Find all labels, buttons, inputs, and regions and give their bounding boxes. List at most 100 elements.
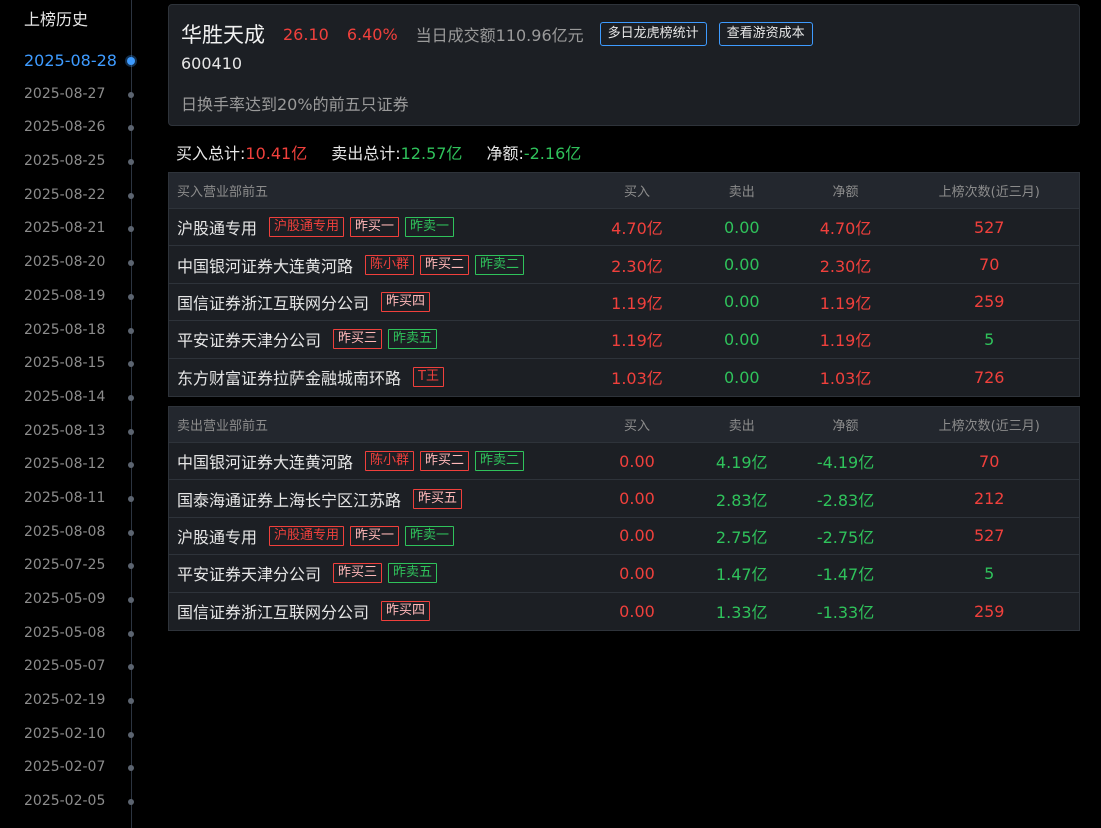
history-date-label: 2025-02-05 — [24, 793, 106, 810]
history-date-item[interactable]: 2025-07-25 — [0, 549, 146, 583]
sell-amount: 0.00 — [723, 292, 760, 312]
sell-amount: 4.19亿 — [715, 453, 768, 473]
broker-tag: 沪股通专用 — [269, 525, 345, 546]
history-date-item[interactable]: 2025-08-25 — [0, 145, 146, 179]
sidebar-title: 上榜历史 — [24, 10, 89, 29]
history-date-item[interactable]: 2025-02-07 — [0, 751, 146, 785]
table-row[interactable]: 中国银河证券大连黄河路 陈小群 昨买二 昨卖二 2.30亿 0.00 2.30亿 70 — [169, 246, 1079, 284]
stock-name: 华胜天成 — [181, 23, 265, 47]
sell-total-value: 12.57亿 — [400, 144, 463, 163]
history-date-item[interactable]: 2025-08-27 — [0, 78, 146, 112]
broker-tag: 陈小群 — [365, 451, 415, 472]
multi-day-stats-button[interactable]: 多日龙虎榜统计 — [599, 22, 707, 46]
buy-amount: 1.19亿 — [611, 293, 663, 313]
history-date-label: 2025-08-25 — [24, 153, 106, 170]
timeline-dot-icon — [128, 630, 134, 637]
buy-amount: 4.70亿 — [611, 219, 663, 239]
broker-name[interactable]: 国信证券浙江互联网分公司 — [177, 290, 369, 314]
listing-count: 5 — [984, 563, 995, 583]
broker-name[interactable]: 国信证券浙江互联网分公司 — [177, 599, 369, 623]
history-date-item[interactable]: 2025-08-21 — [0, 212, 146, 246]
net-amount: 1.03亿 — [819, 369, 872, 389]
net-amount: -2.75亿 — [816, 527, 875, 547]
broker-cell: 沪股通专用 沪股通专用 昨买一 昨卖一 — [169, 524, 582, 548]
table-row[interactable]: 东方财富证券拉萨金融城南环路 T王 1.03亿 0.00 1.03亿 726 — [169, 359, 1079, 396]
broker-tag: 昨卖一 — [405, 217, 455, 238]
sell-table-body: 中国银河证券大连黄河路 陈小群 昨买二 昨卖二 0.00 4.19亿 -4.19亿 70 国泰海… — [169, 443, 1079, 630]
broker-tag: 昨买二 — [420, 254, 470, 275]
table-row[interactable]: 沪股通专用 沪股通专用 昨买一 昨卖一 0.00 2.75亿 -2.75亿 527 — [169, 518, 1079, 556]
broker-cell: 国信证券浙江互联网分公司 昨买四 — [169, 290, 582, 314]
broker-cell: 中国银河证券大连黄河路 陈小群 昨买二 昨卖二 — [169, 253, 582, 277]
broker-name[interactable]: 国泰海通证券上海长宁区江苏路 — [177, 487, 401, 511]
history-date-label: 2025-08-11 — [24, 489, 106, 506]
buy-amount: 0.00 — [619, 601, 655, 621]
listing-count: 259 — [973, 292, 1005, 312]
table-row[interactable]: 平安证券天津分公司 昨买三 昨卖五 0.00 1.47亿 -1.47亿 5 — [169, 555, 1079, 593]
history-date-item[interactable]: 2025-08-20 — [0, 246, 146, 280]
table-row[interactable]: 国信证券浙江互联网分公司 昨买四 1.19亿 0.00 1.19亿 259 — [169, 284, 1079, 322]
timeline-dot-icon — [128, 125, 134, 132]
timeline-dot-icon — [128, 327, 134, 334]
history-date-item[interactable]: 2025-08-11 — [0, 482, 146, 516]
header-broker: 卖出营业部前五 — [177, 419, 269, 434]
history-date-item[interactable]: 2025-08-28 — [0, 44, 146, 78]
view-cost-button[interactable]: 查看游资成本 — [718, 22, 813, 46]
listing-count: 70 — [979, 255, 1000, 275]
history-date-item[interactable]: 2025-02-19 — [0, 684, 146, 718]
buy-amount: 1.03亿 — [611, 369, 663, 389]
broker-tag: 沪股通专用 — [269, 217, 345, 238]
listing-count: 212 — [973, 489, 1005, 509]
change-percent: 6.40% — [346, 24, 398, 44]
broker-tag: 昨买三 — [333, 563, 383, 584]
broker-tag: 昨卖一 — [405, 525, 455, 546]
history-date-label: 2025-08-13 — [24, 422, 106, 439]
broker-tag: 昨买五 — [413, 488, 463, 509]
table-row[interactable]: 沪股通专用 沪股通专用 昨买一 昨卖一 4.70亿 0.00 4.70亿 527 — [169, 209, 1079, 247]
history-date-item[interactable]: 2025-08-26 — [0, 111, 146, 145]
history-date-item[interactable]: 2025-08-15 — [0, 347, 146, 381]
history-date-item[interactable]: 2025-08-13 — [0, 415, 146, 449]
table-row[interactable]: 中国银河证券大连黄河路 陈小群 昨买二 昨卖二 0.00 4.19亿 -4.19亿 70 — [169, 443, 1079, 481]
sell-amount: 1.33亿 — [715, 603, 768, 623]
history-date-item[interactable]: 2025-08-22 — [0, 179, 146, 213]
broker-tag: 昨买一 — [350, 217, 400, 238]
timeline-dot-icon — [128, 698, 134, 705]
broker-name[interactable]: 沪股通专用 — [177, 524, 257, 548]
broker-name[interactable]: 平安证券天津分公司 — [177, 561, 321, 585]
history-date-item[interactable]: 2025-08-08 — [0, 516, 146, 550]
history-date-item[interactable]: 2025-02-10 — [0, 718, 146, 752]
buy-table-body: 沪股通专用 沪股通专用 昨买一 昨卖一 4.70亿 0.00 4.70亿 527 中国银河证券大… — [169, 209, 1079, 396]
history-date-item[interactable]: 2025-08-18 — [0, 314, 146, 348]
history-date-label: 2025-08-14 — [24, 388, 106, 405]
table-row[interactable]: 国泰海通证券上海长宁区江苏路 昨买五 0.00 2.83亿 -2.83亿 212 — [169, 480, 1079, 518]
sell-amount: 2.75亿 — [715, 527, 768, 547]
broker-cell: 平安证券天津分公司 昨买三 昨卖五 — [169, 561, 582, 585]
stock-header-card: 华胜天成 26.10 6.40% 当日成交额110.96亿元 多日龙虎榜统计 查… — [168, 4, 1080, 126]
net-amount: -2.83亿 — [816, 490, 875, 510]
broker-name[interactable]: 沪股通专用 — [177, 215, 257, 239]
table-row[interactable]: 平安证券天津分公司 昨买三 昨卖五 1.19亿 0.00 1.19亿 5 — [169, 321, 1079, 359]
broker-name[interactable]: 中国银河证券大连黄河路 — [177, 449, 353, 473]
history-date-label: 2025-05-07 — [24, 658, 106, 675]
broker-name[interactable]: 平安证券天津分公司 — [177, 327, 321, 351]
table-row[interactable]: 国信证券浙江互联网分公司 昨买四 0.00 1.33亿 -1.33亿 259 — [169, 593, 1079, 630]
history-date-item[interactable]: 2025-05-08 — [0, 617, 146, 651]
history-date-label: 2025-08-18 — [24, 321, 106, 338]
history-date-label: 2025-08-08 — [24, 523, 106, 540]
broker-name[interactable]: 中国银河证券大连黄河路 — [177, 253, 353, 277]
history-date-item[interactable]: 2025-08-12 — [0, 448, 146, 482]
listing-count: 527 — [973, 217, 1005, 237]
timeline-dot-icon — [128, 428, 134, 435]
timeline-dot-icon — [128, 91, 134, 98]
history-date-item[interactable]: 2025-02-05 — [0, 785, 146, 819]
history-date-item[interactable]: 2025-05-07 — [0, 650, 146, 684]
broker-name[interactable]: 东方财富证券拉萨金融城南环路 — [177, 365, 401, 389]
history-date-item[interactable]: 2025-08-14 — [0, 381, 146, 415]
buy-table-header: 买入营业部前五 买入 卖出 净额 上榜次数(近三月) — [169, 173, 1079, 209]
header-count: 上榜次数(近三月) — [938, 185, 1040, 200]
history-date-label: 2025-08-27 — [24, 85, 106, 102]
sell-table-header: 卖出营业部前五 买入 卖出 净额 上榜次数(近三月) — [169, 407, 1079, 443]
history-date-item[interactable]: 2025-05-09 — [0, 583, 146, 617]
history-date-item[interactable]: 2025-08-19 — [0, 280, 146, 314]
